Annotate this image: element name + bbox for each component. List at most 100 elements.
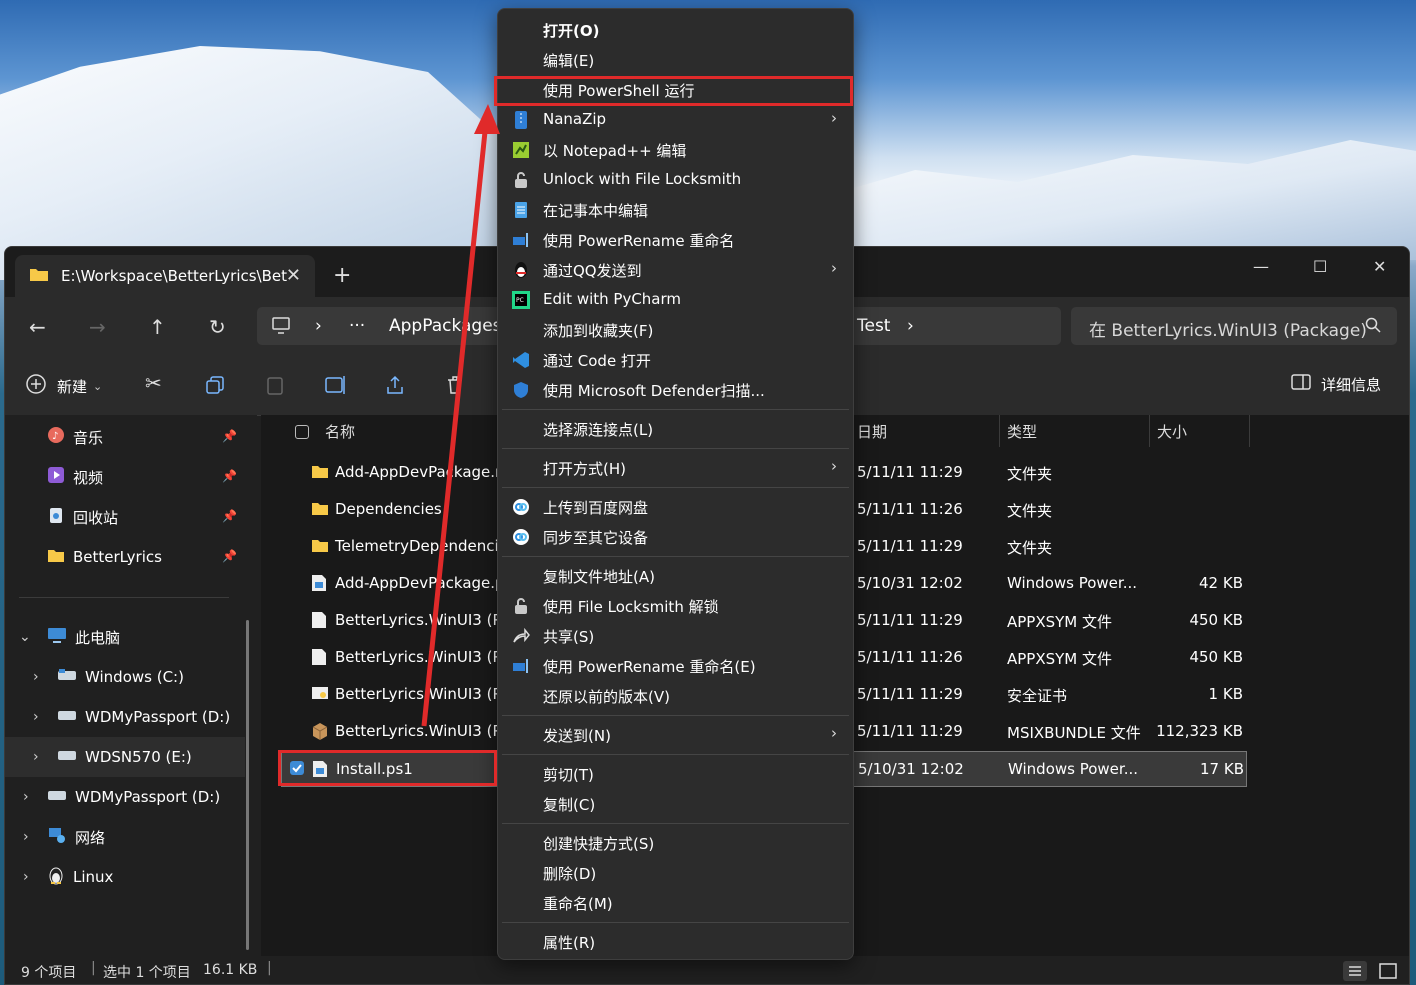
new-button[interactable]: 新建 ⌄ — [25, 373, 102, 399]
chevron-right-icon[interactable]: › — [23, 789, 29, 805]
menu-item-restore[interactable]: 还原以前的版本(V) — [502, 681, 849, 711]
menu-item-send-qq[interactable]: 通过QQ发送到 › — [502, 255, 849, 285]
file-type: Windows Power... — [1008, 760, 1139, 778]
menu-item-open-code[interactable]: 通过 Code 打开 — [502, 345, 849, 375]
menu-item-create-shortcut[interactable]: 创建快捷方式(S) — [502, 828, 849, 858]
menu-item-rename[interactable]: 重命名(M) — [502, 888, 849, 918]
menu-item-locksmith-unlock[interactable]: 使用 File Locksmith 解锁 — [502, 591, 849, 621]
column-header-date[interactable]: 日期 — [857, 421, 887, 442]
chevron-right-icon[interactable]: › — [33, 669, 39, 685]
menu-item-copy[interactable]: 复制(C) — [502, 789, 849, 819]
details-pane-button[interactable]: 详细信息 — [1291, 373, 1381, 395]
rename-icon[interactable] — [325, 375, 347, 399]
chevron-right-icon[interactable]: › — [33, 749, 39, 765]
menu-item-add-favorites[interactable]: 添加到收藏夹(F) — [502, 315, 849, 345]
menu-separator — [502, 487, 849, 488]
menu-item-label: 共享(S) — [543, 628, 595, 646]
pin-icon[interactable]: 📌 — [222, 549, 237, 563]
address-segment-apppackages[interactable]: AppPackages — [389, 316, 502, 336]
menu-item-open-with[interactable]: 打开方式(H) › — [502, 453, 849, 483]
sidebar-item-drive-d[interactable]: › WDMyPassport (D:) — [5, 697, 245, 737]
delete-icon[interactable] — [445, 375, 465, 399]
sidebar-item-betterlyrics[interactable]: BetterLyrics 📌 — [5, 537, 245, 577]
sidebar-item-recycle-bin[interactable]: 回收站 📌 — [5, 497, 245, 537]
refresh-icon[interactable]: ↻ — [209, 315, 226, 339]
menu-item-nanazip[interactable]: NanaZip › — [502, 105, 849, 135]
column-header-size[interactable]: 大小 — [1157, 421, 1187, 442]
sidebar-scrollbar[interactable] — [246, 620, 249, 950]
paste-icon[interactable] — [265, 375, 285, 399]
menu-item-label: 使用 File Locksmith 解锁 — [543, 598, 719, 616]
chevron-down-icon[interactable]: ⌄ — [19, 629, 31, 645]
close-window-icon[interactable]: ✕ — [1373, 257, 1386, 276]
share-icon[interactable] — [385, 375, 405, 399]
chevron-right-icon[interactable]: › — [23, 829, 29, 845]
sidebar-item-drive-e[interactable]: › WDSN570 (E:) — [5, 737, 245, 777]
menu-item-upload-baidu[interactable]: 上传到百度网盘 — [502, 492, 849, 522]
menu-item-send-to[interactable]: 发送到(N) › — [502, 720, 849, 750]
maximize-icon[interactable]: ☐ — [1313, 257, 1327, 276]
file-type: APPXSYM 文件 — [1007, 650, 1113, 668]
search-box[interactable]: 在 BetterLyrics.WinUI3 (Package) — [1071, 307, 1397, 345]
chevron-right-icon: › — [831, 457, 837, 475]
menu-item-pycharm[interactable]: PC Edit with PyCharm — [502, 285, 849, 315]
file-name: BetterLyrics.WinUI3 (Pa — [335, 722, 511, 740]
pin-icon[interactable]: 📌 — [222, 469, 237, 483]
menu-item-edit-notepad[interactable]: 在记事本中编辑 — [502, 195, 849, 225]
tiles-view-icon[interactable] — [1377, 961, 1399, 984]
details-view-icon[interactable] — [1343, 961, 1367, 981]
chevron-right-icon[interactable]: › — [33, 709, 39, 725]
sidebar-item-music[interactable]: ♪ 音乐 📌 — [5, 417, 245, 457]
sidebar-item-drive-c[interactable]: › Windows (C:) — [5, 657, 245, 697]
sidebar-item-linux[interactable]: › Linux — [5, 857, 245, 897]
address-segment-test[interactable]: Test — [857, 316, 890, 336]
file-name: BetterLyrics.WinUI3 (Pa — [335, 648, 511, 666]
menu-item-edit[interactable]: 编辑(E) — [502, 45, 849, 75]
column-divider[interactable] — [999, 415, 1000, 447]
pin-icon[interactable]: 📌 — [222, 509, 237, 523]
menu-item-powerrename-e[interactable]: 使用 PowerRename 重命名(E) — [502, 651, 849, 681]
sidebar-item-this-pc[interactable]: ⌄ 此电脑 — [5, 617, 245, 657]
explorer-tab[interactable]: E:\Workspace\BetterLyrics\Bet ✕ — [15, 255, 315, 297]
column-divider[interactable] — [1149, 415, 1150, 447]
menu-item-unlock-locksmith[interactable]: Unlock with File Locksmith — [502, 165, 849, 195]
menu-item-share[interactable]: 共享(S) — [502, 621, 849, 651]
sidebar-item-drive-d-root[interactable]: › WDMyPassport (D:) — [5, 777, 245, 817]
menu-item-properties[interactable]: 属性(R) — [502, 927, 849, 957]
new-tab-icon[interactable]: + — [333, 263, 351, 288]
menu-item-delete[interactable]: 删除(D) — [502, 858, 849, 888]
copy-icon[interactable] — [205, 375, 225, 399]
menu-item-copy-path[interactable]: 复制文件地址(A) — [502, 561, 849, 591]
forward-icon[interactable]: → — [89, 315, 106, 339]
menu-item-label: Unlock with File Locksmith — [543, 170, 742, 188]
highlight-box-install-file — [278, 750, 497, 786]
column-header-name[interactable]: 名称 — [325, 421, 355, 442]
cut-icon[interactable]: ✂ — [145, 371, 162, 395]
menu-item-defender[interactable]: 使用 Microsoft Defender扫描... — [502, 375, 849, 405]
menu-item-notepadpp[interactable]: 以 Notepad++ 编辑 — [502, 135, 849, 165]
address-ellipsis[interactable]: ··· — [349, 316, 365, 336]
sidebar-item-video[interactable]: 视频 📌 — [5, 457, 245, 497]
menu-item-cut[interactable]: 剪切(T) — [502, 759, 849, 789]
up-icon[interactable]: ↑ — [149, 315, 166, 339]
pin-icon[interactable]: 📌 — [222, 429, 237, 443]
certificate-icon — [311, 685, 329, 705]
column-header-type[interactable]: 类型 — [1007, 421, 1037, 442]
menu-item-label: 属性(R) — [543, 934, 596, 952]
status-divider: | — [267, 960, 272, 976]
menu-item-select-source[interactable]: 选择源连接点(L) — [502, 414, 849, 444]
status-size: 16.1 KB — [203, 962, 258, 978]
menu-item-label: 选择源连接点(L) — [543, 421, 654, 439]
sidebar-item-network[interactable]: › 网络 — [5, 817, 245, 857]
new-label: 新建 — [57, 377, 88, 396]
select-all-checkbox[interactable] — [295, 425, 309, 439]
menu-item-powerrename[interactable]: 使用 PowerRename 重命名 — [502, 225, 849, 255]
back-icon[interactable]: ← — [29, 315, 46, 339]
menu-item-sync-devices[interactable]: 同步至其它设备 — [502, 522, 849, 552]
baidu-netdisk-icon — [512, 528, 530, 546]
minimize-icon[interactable]: — — [1253, 257, 1269, 276]
menu-item-open[interactable]: 打开(O) — [502, 15, 849, 45]
column-divider[interactable] — [1249, 415, 1250, 447]
chevron-right-icon[interactable]: › — [23, 869, 29, 885]
close-tab-icon[interactable]: ✕ — [286, 265, 301, 286]
